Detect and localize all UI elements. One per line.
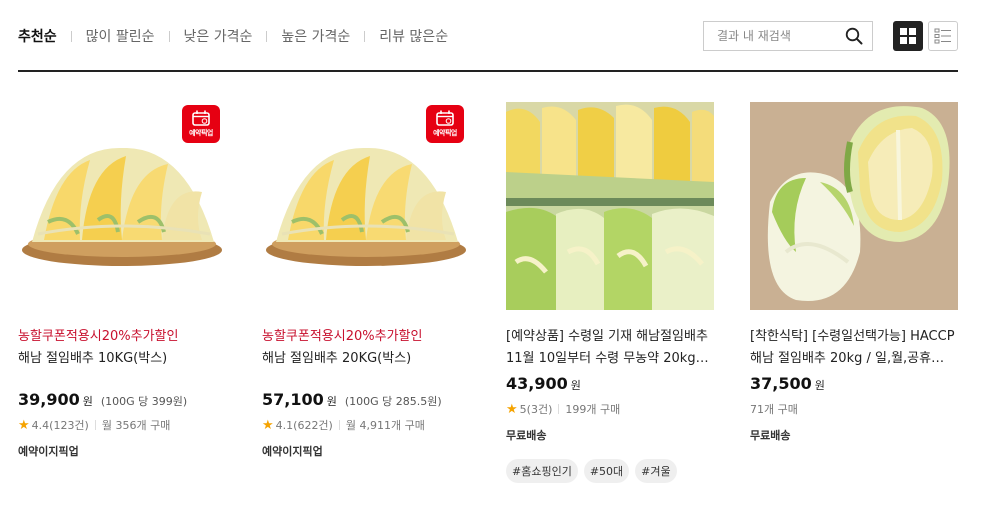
rating-text: 4.4(123건) <box>31 419 89 432</box>
pickup-tag: 예약이지픽업 <box>262 445 323 458</box>
price-currency: 원 <box>326 395 337 408</box>
result-search-box <box>703 21 873 51</box>
rating-row: ★ 4.1(622건) 월 4,911개 구매 <box>262 417 470 433</box>
unit-price: (100G 당 285.5원) <box>344 395 442 408</box>
list-view-icon <box>934 28 951 44</box>
product-name-line: [예약상품] 수령일 기재 해남절임배추 <box>506 329 708 344</box>
hashtag-list: #홈쇼핑인기 #50대 #겨울 <box>506 459 714 483</box>
free-shipping-tag: 무료배송 <box>506 429 547 442</box>
product-name-line: 11월 10일부터 수령 무농약 20kg… <box>506 351 709 366</box>
price-currency: 원 <box>814 379 825 392</box>
reservation-pickup-badge: 예약픽업 <box>182 105 220 143</box>
result-search-input[interactable] <box>704 22 836 50</box>
product-name-line: 해남 절임배추 20KG(박스) <box>262 351 412 366</box>
hashtag[interactable]: #50대 <box>583 459 630 483</box>
product-card[interactable]: [착한식탁] [수령일선택가능] HACCP 해남 절임배추 20kg / 일,… <box>750 102 958 442</box>
product-image[interactable]: 예약픽업 <box>18 102 226 310</box>
pickup-tag: 예약이지픽업 <box>18 445 79 458</box>
purchase-row: 71개 구매 <box>750 401 958 417</box>
product-card[interactable]: [예약상품] 수령일 기재 해남절임배추 11월 10일부터 수령 무농약 20… <box>506 102 714 483</box>
product-name[interactable]: [예약상품] 수령일 기재 해남절임배추 11월 10일부터 수령 무농약 20… <box>506 326 714 370</box>
meta-divider <box>558 404 560 414</box>
purchase-count: 월 4,911개 구매 <box>345 419 425 432</box>
search-button[interactable] <box>842 25 866 47</box>
price-row: 39,900 원 (100G 당 399원) <box>18 390 226 409</box>
sort-tab-recommended[interactable]: 추천순 <box>18 26 57 46</box>
price: 57,100 <box>262 390 324 409</box>
sort-tabs: 추천순 많이 팔린순 낮은 가격순 높은 가격순 리뷰 많은순 <box>18 26 448 46</box>
price-row: 37,500 원 <box>750 374 958 393</box>
sort-bar: 추천순 많이 팔린순 낮은 가격순 높은 가격순 리뷰 많은순 <box>18 18 958 58</box>
product-name[interactable]: 해남 절임배추 10KG(박스) <box>18 348 226 370</box>
product-image[interactable] <box>750 102 958 310</box>
star-icon: ★ <box>506 401 518 417</box>
sort-divider <box>266 30 268 42</box>
product-card[interactable]: 예약픽업 농할쿠폰적용시20%추가할인 해남 절임배추 20KG(박스) 57,… <box>262 102 470 458</box>
rating-text: 4.1(622건) <box>275 419 333 432</box>
sort-tab-most-reviews[interactable]: 리뷰 많은순 <box>379 26 448 46</box>
sort-tab-best-selling[interactable]: 많이 팔린순 <box>86 26 155 46</box>
star-icon: ★ <box>18 417 30 433</box>
product-card[interactable]: 예약픽업 농할쿠폰적용시20%추가할인 해남 절임배추 10KG(박스) 39,… <box>18 102 226 458</box>
price-row: 57,100 원 (100G 당 285.5원) <box>262 390 470 409</box>
price: 39,900 <box>18 390 80 409</box>
rating-row: ★ 5(3건) 199개 구매 <box>506 401 714 417</box>
product-name-line: [착한식탁] [수령일선택가능] HACCP <box>750 329 955 344</box>
halved-cabbage-photo <box>750 102 958 310</box>
grid-view-icon <box>900 28 916 44</box>
search-icon <box>845 27 863 45</box>
list-view-button[interactable] <box>928 21 958 51</box>
hashtag[interactable]: #겨울 <box>635 459 677 483</box>
sort-divider <box>364 30 366 42</box>
grid-view-button[interactable] <box>893 21 923 51</box>
sort-divider <box>70 30 72 42</box>
reservation-pickup-badge: 예약픽업 <box>426 105 464 143</box>
price: 43,900 <box>506 374 568 393</box>
star-icon: ★ <box>262 417 274 433</box>
sort-divider <box>168 30 170 42</box>
rating-row: ★ 4.4(123건) 월 356개 구매 <box>18 417 226 433</box>
purchase-count: 71개 구매 <box>750 403 798 416</box>
salted-cabbage-photo <box>506 102 714 310</box>
product-name-line: 해남 절임배추 20kg / 일,월,공휴… <box>750 351 945 366</box>
sort-tab-low-price[interactable]: 낮은 가격순 <box>184 26 253 46</box>
price-currency: 원 <box>570 379 581 392</box>
price: 37,500 <box>750 374 812 393</box>
promo-text: 농할쿠폰적용시20%추가할인 <box>18 329 179 344</box>
meta-divider <box>338 420 340 430</box>
product-name[interactable]: [착한식탁] [수령일선택가능] HACCP 해남 절임배추 20kg / 일,… <box>750 326 958 370</box>
calendar-icon <box>192 110 210 126</box>
meta-divider <box>94 420 96 430</box>
product-image[interactable]: 예약픽업 <box>262 102 470 310</box>
product-name[interactable]: 해남 절임배추 20KG(박스) <box>262 348 470 370</box>
badge-label: 예약픽업 <box>433 129 457 137</box>
free-shipping-tag: 무료배송 <box>750 429 791 442</box>
badge-label: 예약픽업 <box>189 129 213 137</box>
rating-text: 5(3건) <box>519 403 553 416</box>
purchase-count: 199개 구매 <box>565 403 621 416</box>
price-row: 43,900 원 <box>506 374 714 393</box>
sort-bar-divider <box>18 70 958 72</box>
product-image[interactable] <box>506 102 714 310</box>
product-name-line: 해남 절임배추 10KG(박스) <box>18 351 168 366</box>
calendar-icon <box>436 110 454 126</box>
unit-price: (100G 당 399원) <box>100 395 188 408</box>
price-currency: 원 <box>82 395 93 408</box>
hashtag[interactable]: #홈쇼핑인기 <box>506 459 578 483</box>
sort-tab-high-price[interactable]: 높은 가격순 <box>281 26 350 46</box>
promo-text: 농할쿠폰적용시20%추가할인 <box>262 329 423 344</box>
purchase-count: 월 356개 구매 <box>101 419 171 432</box>
